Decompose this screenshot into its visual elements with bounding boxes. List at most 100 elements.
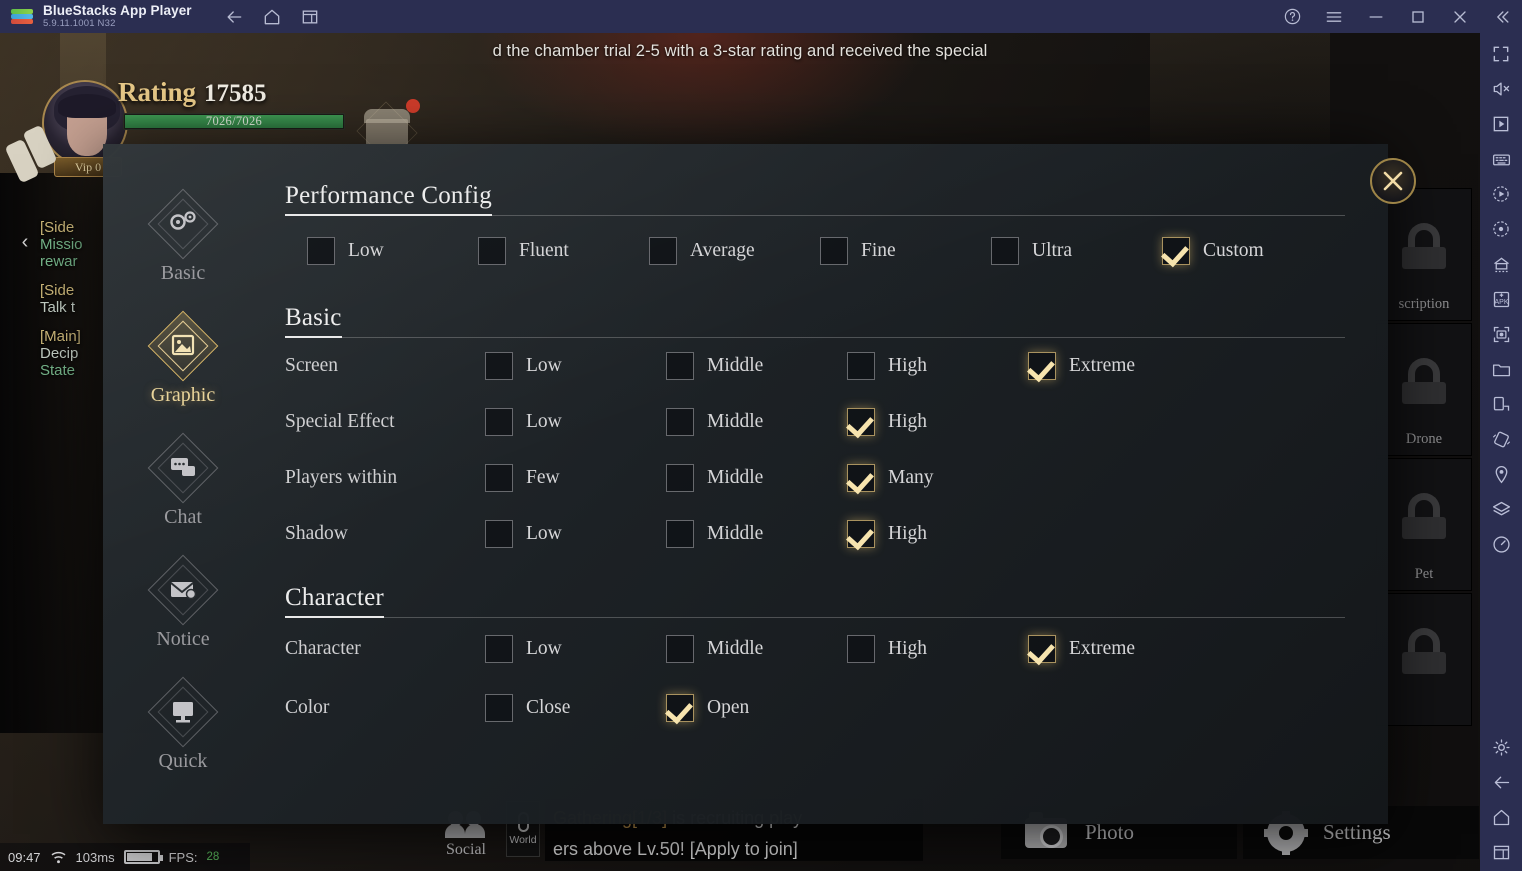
checkbox-checked[interactable] (1028, 635, 1056, 663)
location-icon[interactable] (1490, 463, 1512, 485)
players-within-option-middle[interactable]: Middle (666, 464, 847, 492)
checkbox-checked[interactable] (1162, 237, 1190, 265)
preset-option-low[interactable]: Low (307, 237, 478, 265)
rail-item[interactable]: Pet (1376, 458, 1472, 591)
keymapping-icon[interactable] (1490, 148, 1512, 170)
checkbox[interactable] (485, 352, 513, 380)
settings-tab-chat[interactable]: Chat (123, 432, 243, 529)
checkbox-checked[interactable] (847, 520, 875, 548)
character-option-middle[interactable]: Middle (666, 635, 847, 663)
preset-option-ultra[interactable]: Ultra (991, 237, 1162, 265)
multi-instance-icon[interactable] (300, 7, 320, 27)
rail-item[interactable]: Drone (1376, 323, 1472, 456)
option-label: Fine (861, 240, 896, 261)
multi-instance-sync-icon[interactable] (1490, 253, 1512, 275)
mute-icon[interactable] (1490, 78, 1512, 100)
checkbox[interactable] (991, 237, 1019, 265)
settings-tab-basic[interactable]: Basic (123, 188, 243, 285)
preset-option-fine[interactable]: Fine (820, 237, 991, 265)
checkbox[interactable] (478, 237, 506, 265)
preset-option-custom[interactable]: Custom (1162, 237, 1333, 265)
checkbox-checked[interactable] (666, 694, 694, 722)
settings-tab-quick[interactable]: Quick (123, 676, 243, 773)
close-dialog-button[interactable] (1370, 158, 1416, 204)
checkbox[interactable] (485, 520, 513, 548)
layers-icon[interactable] (1490, 498, 1512, 520)
quest-collapse-icon[interactable]: ‹ (12, 229, 38, 255)
script-icon[interactable] (1490, 218, 1512, 240)
checkbox[interactable] (847, 352, 875, 380)
character-option-high[interactable]: High (847, 635, 1028, 663)
special-effect-option-high[interactable]: High (847, 408, 1028, 436)
minimize-icon[interactable] (1366, 7, 1386, 27)
android-recents-icon[interactable] (1490, 841, 1512, 863)
option-label: Many (888, 467, 934, 488)
android-home-icon[interactable] (1490, 806, 1512, 828)
lock-icon (1399, 493, 1449, 541)
checkbox[interactable] (485, 694, 513, 722)
checkbox[interactable] (666, 352, 694, 380)
rotate-icon[interactable] (1490, 393, 1512, 415)
screen-option-high[interactable]: High (847, 352, 1028, 380)
character-option-extreme[interactable]: Extreme (1028, 635, 1209, 663)
preset-option-fluent[interactable]: Fluent (478, 237, 649, 265)
option-label: Low (348, 240, 384, 261)
back-icon[interactable] (224, 7, 244, 27)
performance-icon[interactable] (1490, 533, 1512, 555)
checkbox-checked[interactable] (847, 464, 875, 492)
lock-icon (1399, 628, 1449, 676)
checkbox-checked[interactable] (847, 408, 875, 436)
shake-icon[interactable] (1490, 428, 1512, 450)
setting-row-shadow: Shadow Low Middle High (285, 506, 1345, 562)
checkbox[interactable] (485, 635, 513, 663)
screenshot-icon[interactable] (1490, 323, 1512, 345)
checkbox[interactable] (847, 635, 875, 663)
color-option-open[interactable]: Open (666, 694, 847, 722)
settings-tab-label: Chat (164, 506, 202, 528)
character-option-low[interactable]: Low (485, 635, 666, 663)
option-label: Low (526, 355, 562, 376)
shadow-option-low[interactable]: Low (485, 520, 666, 548)
collapse-sidebar-icon[interactable] (1492, 7, 1512, 27)
close-icon (1383, 171, 1403, 191)
game-controls-icon[interactable] (1490, 113, 1512, 135)
checkbox-checked[interactable] (1028, 352, 1056, 380)
screen-option-middle[interactable]: Middle (666, 352, 847, 380)
media-manager-icon[interactable] (1490, 358, 1512, 380)
shadow-option-high[interactable]: High (847, 520, 1028, 548)
rail-item[interactable]: scription (1376, 188, 1472, 321)
screen-option-low[interactable]: Low (485, 352, 666, 380)
install-apk-icon[interactable]: APK (1490, 288, 1512, 310)
checkbox[interactable] (666, 408, 694, 436)
checkbox[interactable] (666, 635, 694, 663)
checkbox[interactable] (666, 520, 694, 548)
help-icon[interactable] (1282, 7, 1302, 27)
shadow-option-middle[interactable]: Middle (666, 520, 847, 548)
screen-option-extreme[interactable]: Extreme (1028, 352, 1209, 380)
checkbox[interactable] (485, 464, 513, 492)
settings-tab-graphic[interactable]: Graphic (123, 310, 243, 407)
rail-item[interactable] (1376, 593, 1472, 726)
special-effect-option-low[interactable]: Low (485, 408, 666, 436)
color-option-close[interactable]: Close (485, 694, 666, 722)
section-rule (285, 617, 1345, 618)
special-effect-option-middle[interactable]: Middle (666, 408, 847, 436)
checkbox[interactable] (666, 464, 694, 492)
preset-option-average[interactable]: Average (649, 237, 820, 265)
menu-icon[interactable] (1324, 7, 1344, 27)
close-icon[interactable] (1450, 7, 1470, 27)
settings-tab-notice[interactable]: Notice (123, 554, 243, 651)
checkbox[interactable] (649, 237, 677, 265)
checkbox[interactable] (307, 237, 335, 265)
checkbox[interactable] (820, 237, 848, 265)
home-icon[interactable] (262, 7, 282, 27)
players-within-option-many[interactable]: Many (847, 464, 1028, 492)
checkbox[interactable] (485, 408, 513, 436)
settings-gear-icon[interactable] (1490, 736, 1512, 758)
rating-value: 17585 (204, 80, 267, 107)
android-back-icon[interactable] (1490, 771, 1512, 793)
fullscreen-icon[interactable] (1490, 43, 1512, 65)
macro-recorder-icon[interactable] (1490, 183, 1512, 205)
players-within-option-few[interactable]: Few (485, 464, 666, 492)
maximize-icon[interactable] (1408, 7, 1428, 27)
